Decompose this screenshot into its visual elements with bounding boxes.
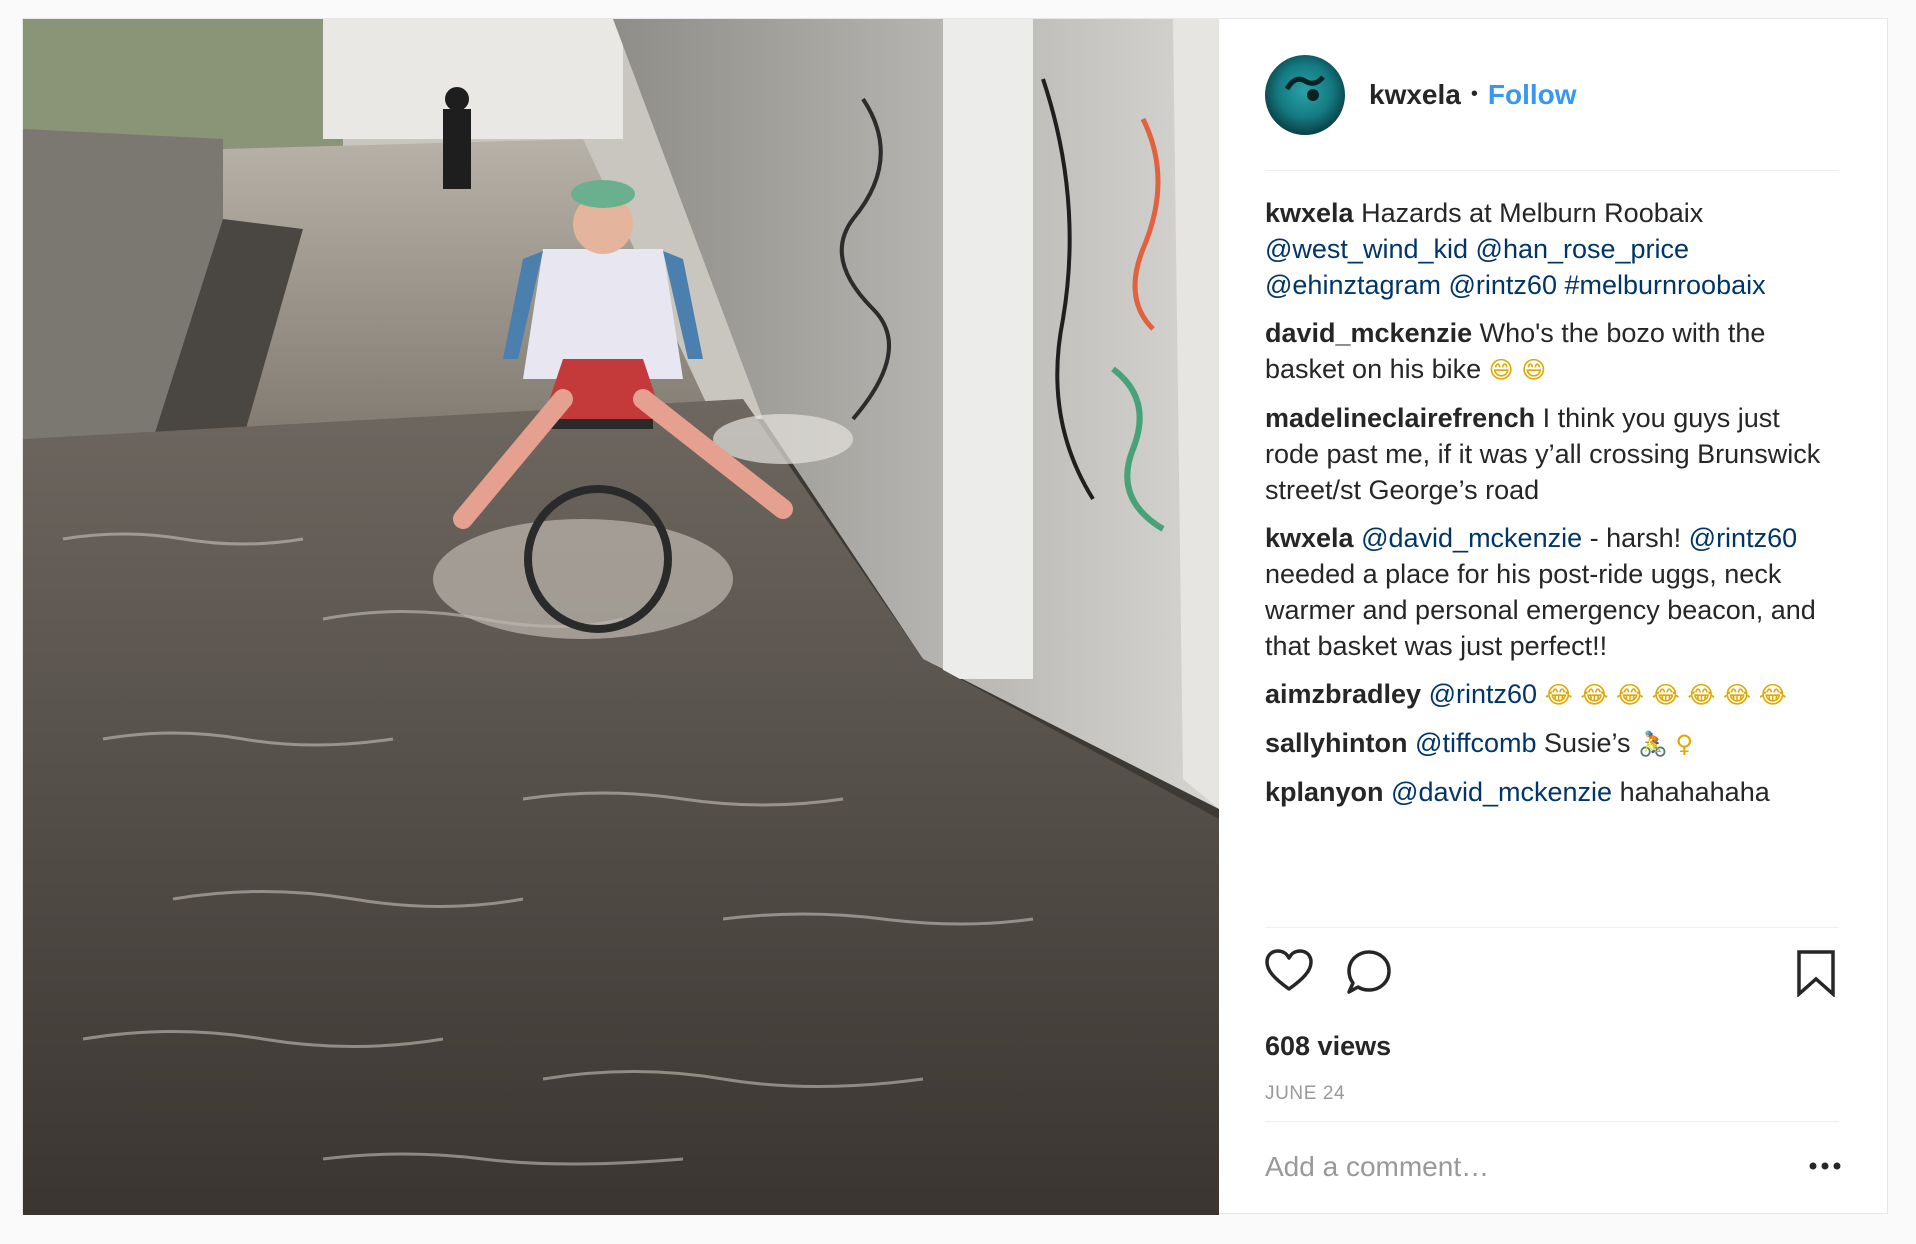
comments-list: kwxela Hazards at Melburn Roobaix @west_…	[1265, 195, 1839, 822]
more-options-icon[interactable]	[1809, 1161, 1841, 1171]
view-count[interactable]: 608 views	[1265, 1031, 1391, 1062]
comment-item: madelineclairefrench I think you guys ju…	[1265, 400, 1839, 508]
separator-dot: •	[1470, 83, 1478, 105]
avatar[interactable]	[1265, 54, 1345, 135]
mention-link[interactable]: @ehinztagram	[1265, 270, 1441, 300]
caption-text: Hazards at Melburn Roobaix	[1353, 198, 1704, 228]
heart-icon[interactable]	[1265, 949, 1313, 993]
mention-link[interactable]: @david_mckenzie	[1361, 523, 1582, 553]
comment-text: hahahahaha	[1612, 777, 1770, 807]
grinning-emoji-icon: 😄 😄	[1488, 356, 1547, 384]
comment-text: Susie’s	[1536, 728, 1639, 758]
comment-item: kplanyon @david_mckenzie hahahahaha	[1265, 774, 1839, 810]
avatar-figure-icon	[1284, 74, 1325, 101]
laughing-emoji-icon: 😂 😂 😂 😂 😂 😂 😂	[1537, 681, 1787, 709]
comment-username[interactable]: madelineclairefrench	[1265, 403, 1535, 433]
username[interactable]: kwxela	[1369, 79, 1461, 111]
comment-item: david_mckenzie Who's the bozo with the b…	[1265, 315, 1839, 388]
comment-username[interactable]: kwxela	[1265, 523, 1354, 553]
post-date: JUNE 24	[1265, 1083, 1346, 1104]
actions-divider	[1265, 927, 1839, 928]
mention-link[interactable]: @tiffcomb	[1415, 728, 1536, 758]
post-card: kwxela • Follow kwxela Hazards at Melbur…	[22, 18, 1889, 1215]
comment-username[interactable]: kwxela	[1265, 198, 1354, 228]
mention-link[interactable]: @rintz60	[1449, 270, 1557, 300]
comment-item: kwxela @david_mckenzie - harsh! @rintz60…	[1265, 520, 1839, 664]
post-header: kwxela • Follow	[1265, 19, 1839, 171]
hashtag-link[interactable]: #melburnroobaix	[1564, 270, 1765, 300]
mention-link[interactable]: @david_mckenzie	[1391, 777, 1612, 807]
post-sidebar: kwxela • Follow kwxela Hazards at Melbur…	[1219, 19, 1889, 1215]
post-video[interactable]	[23, 19, 1219, 1215]
comment-username[interactable]: aimzbradley	[1265, 679, 1421, 709]
caption: kwxela Hazards at Melburn Roobaix @west_…	[1265, 195, 1839, 303]
mention-link[interactable]: @west_wind_kid	[1265, 234, 1468, 264]
follow-button[interactable]: Follow	[1488, 79, 1577, 111]
comment-username[interactable]: kplanyon	[1265, 777, 1384, 807]
cyclist-emoji-icon: 🚴 ♀	[1638, 730, 1694, 758]
comment-username[interactable]: david_mckenzie	[1265, 318, 1472, 348]
mention-link[interactable]: @rintz60	[1429, 679, 1537, 709]
action-bar	[1265, 945, 1839, 1003]
flooded-underpass-scene	[23, 19, 1219, 1215]
mention-link[interactable]: @han_rose_price	[1476, 234, 1690, 264]
comment-text: needed a place for his post-ride uggs, n…	[1265, 559, 1816, 661]
mention-link[interactable]: @rintz60	[1689, 523, 1797, 553]
bookmark-icon[interactable]	[1795, 949, 1837, 997]
comment-divider	[1265, 1121, 1839, 1122]
comment-text: - harsh!	[1582, 523, 1689, 553]
comment-item: aimzbradley @rintz60 😂 😂 😂 😂 😂 😂 😂	[1265, 676, 1839, 713]
comment-bubble-icon[interactable]	[1345, 949, 1393, 997]
add-comment-input[interactable]	[1265, 1147, 1745, 1187]
comment-item: sallyhinton @tiffcomb Susie’s 🚴 ♀	[1265, 725, 1839, 762]
comment-username[interactable]: sallyhinton	[1265, 728, 1408, 758]
